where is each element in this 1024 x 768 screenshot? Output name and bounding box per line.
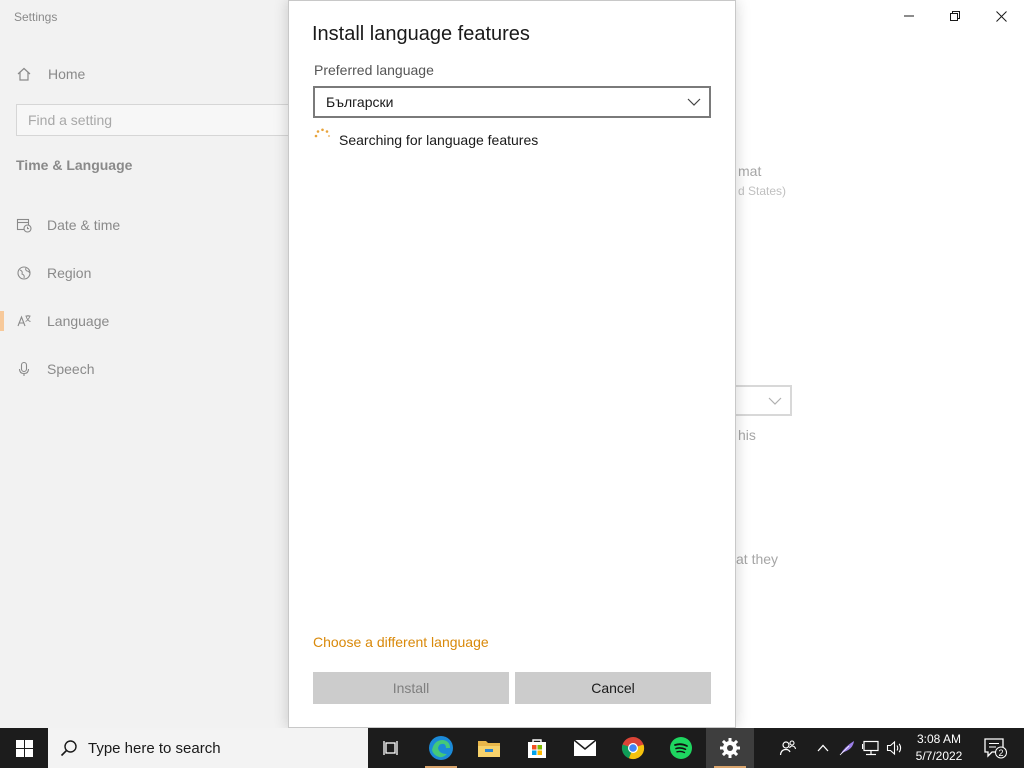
nav-item-date-time[interactable]: Date & time	[16, 213, 120, 237]
loading-spinner-icon	[314, 128, 331, 138]
store-icon	[528, 739, 546, 758]
search-icon	[60, 740, 77, 757]
nav-item-label: Region	[47, 265, 92, 281]
app-title: Settings	[14, 10, 58, 24]
status-text: Searching for language features	[339, 132, 539, 148]
settings-sidebar: Settings Home Time & Language Date & tim…	[0, 0, 296, 728]
calendar-clock-icon	[16, 217, 32, 233]
minimize-icon	[904, 15, 914, 17]
globe-icon	[16, 265, 32, 281]
bg-text-region: d States)	[738, 184, 787, 198]
minimize-button[interactable]	[886, 0, 932, 32]
notification-icon: 2	[984, 738, 1007, 759]
people-button[interactable]	[774, 728, 802, 768]
selected-language: Български	[326, 94, 394, 110]
show-hidden-icons-button[interactable]	[812, 728, 834, 768]
bg-dropdown[interactable]	[736, 385, 792, 416]
bg-text-format: mat	[738, 163, 762, 179]
file-explorer-button[interactable]	[465, 728, 513, 768]
windows-logo-icon	[15, 739, 33, 757]
search-status: Searching for language features	[313, 128, 539, 151]
notification-count: 2	[998, 748, 1003, 758]
mail-icon	[573, 739, 597, 756]
settings-taskbar-button[interactable]	[706, 728, 754, 768]
nav-item-label: Speech	[47, 361, 95, 377]
settings-gear-icon	[720, 738, 740, 758]
volume-icon	[886, 740, 902, 756]
feather-icon	[839, 741, 854, 756]
cancel-button[interactable]: Cancel	[515, 672, 711, 704]
chrome-button[interactable]	[609, 728, 657, 768]
nav-item-label: Language	[47, 313, 110, 329]
preferred-language-label: Preferred language	[314, 62, 434, 78]
section-title: Time & Language	[16, 157, 133, 173]
start-button[interactable]	[0, 728, 48, 768]
clock-date: 5/7/2022	[915, 749, 963, 763]
window-controls	[886, 0, 1024, 32]
chrome-icon	[621, 737, 645, 760]
nav-home-label: Home	[48, 66, 86, 82]
file-explorer-icon	[478, 741, 500, 757]
taskbar: 3:08 AM 5/7/2022 2	[0, 728, 1024, 768]
install-language-dialog: Install language features Preferred lang…	[288, 0, 736, 728]
edge-icon	[429, 736, 453, 760]
pen-tray-button[interactable]	[836, 728, 858, 768]
edge-taskbar-button[interactable]	[417, 728, 465, 768]
chevron-down-icon	[768, 397, 782, 405]
taskbar-search-input[interactable]	[88, 739, 348, 757]
network-icon	[862, 740, 879, 756]
task-view-button[interactable]	[368, 728, 416, 768]
close-button[interactable]	[978, 0, 1024, 32]
nav-item-speech[interactable]: Speech	[16, 357, 94, 381]
home-icon	[16, 66, 32, 82]
restore-icon	[950, 11, 960, 21]
nav-item-language[interactable]: Language	[0, 309, 110, 333]
dialog-title: Install language features	[312, 23, 530, 45]
spotify-button[interactable]	[657, 728, 705, 768]
action-center-button[interactable]: 2	[978, 728, 1012, 768]
restore-button[interactable]	[932, 0, 978, 32]
bg-text-this: his	[738, 427, 756, 443]
nav-item-label: Date & time	[47, 217, 121, 233]
choose-different-language-link[interactable]: Choose a different language	[313, 634, 489, 650]
microphone-icon	[16, 361, 32, 377]
chevron-up-icon	[817, 744, 829, 752]
store-button[interactable]	[513, 728, 561, 768]
spotify-icon	[670, 737, 692, 759]
settings-search-box[interactable]	[16, 104, 296, 136]
nav-item-region[interactable]: Region	[16, 261, 91, 285]
install-button[interactable]: Install	[313, 672, 509, 704]
task-view-icon	[383, 741, 398, 755]
settings-search-input[interactable]	[17, 105, 295, 135]
taskbar-clock[interactable]: 3:08 AM 5/7/2022	[908, 731, 970, 765]
volume-button[interactable]	[884, 728, 906, 768]
chevron-down-icon	[687, 98, 701, 106]
network-button[interactable]	[860, 728, 882, 768]
language-icon	[16, 313, 32, 329]
close-icon	[995, 10, 1007, 22]
people-icon	[779, 740, 797, 756]
preferred-language-select[interactable]: Български	[313, 86, 711, 118]
bg-text-they: at they	[736, 551, 779, 567]
nav-home[interactable]: Home	[16, 62, 85, 86]
taskbar-search-box[interactable]	[48, 728, 368, 768]
clock-time: 3:08 AM	[916, 732, 962, 746]
mail-button[interactable]	[561, 728, 609, 768]
